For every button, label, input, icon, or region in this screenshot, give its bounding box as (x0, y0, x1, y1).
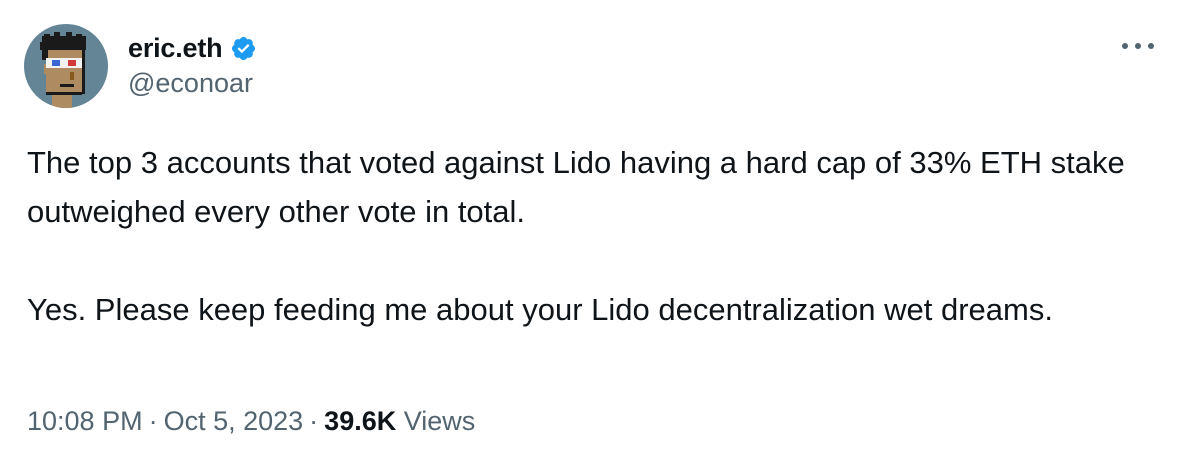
author-handle[interactable]: @econoar (128, 68, 253, 99)
meta-separator: · (148, 406, 158, 436)
avatar[interactable] (24, 24, 108, 108)
more-options-button[interactable] (1118, 30, 1158, 62)
author-display-name[interactable]: eric.eth (128, 33, 223, 64)
tweet-date[interactable]: Oct 5, 2023 (164, 406, 304, 436)
verified-badge-icon (232, 36, 256, 60)
tweet-meta: 10:08 PM · Oct 5, 2023 · 39.6K Views (27, 406, 475, 437)
meta-separator: · (309, 406, 319, 436)
author-name-row: eric.eth (128, 28, 257, 68)
views-label: Views (403, 406, 476, 436)
views-count: 39.6K (324, 406, 397, 436)
tweet-paragraph: The top 3 accounts that voted against Li… (27, 145, 1125, 229)
tweet-text: The top 3 accounts that voted against Li… (27, 138, 1147, 334)
pixel-punk-avatar-icon (24, 24, 108, 108)
tweet-time[interactable]: 10:08 PM (27, 406, 143, 436)
tweet-card: eric.eth @econoar The top 3 accounts tha… (0, 0, 1182, 474)
tweet-paragraph: Yes. Please keep feeding me about your L… (27, 292, 1053, 327)
more-options-icon (1122, 43, 1154, 49)
